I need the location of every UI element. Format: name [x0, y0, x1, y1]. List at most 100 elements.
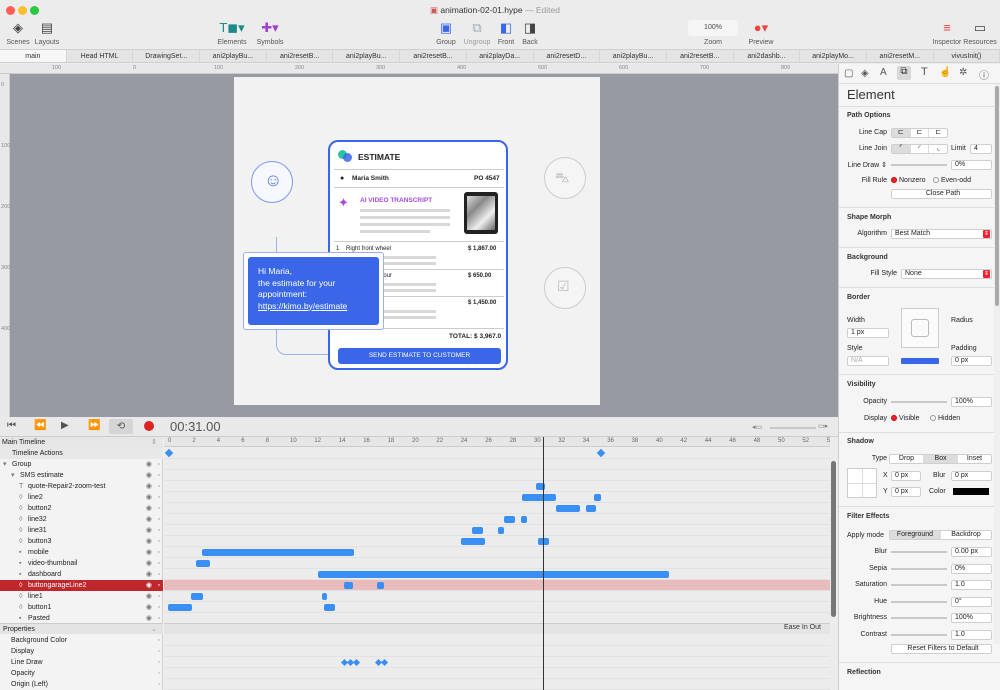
- shadow-type-selector[interactable]: Drop Box Inset: [889, 454, 992, 464]
- editor-tab[interactable]: ani2resetB...: [667, 50, 734, 62]
- playhead[interactable]: [543, 437, 544, 690]
- editor-tab[interactable]: ani2playMo...: [800, 50, 867, 62]
- go-to-start-icon[interactable]: ⏮: [7, 420, 16, 431]
- visibility-eye-icon[interactable]: ◉: [146, 547, 152, 558]
- saturation-field[interactable]: 1.0: [951, 580, 992, 590]
- minimize-window-button[interactable]: [18, 6, 27, 15]
- scene-tab-icon[interactable]: ◈: [861, 68, 869, 79]
- editor-tab[interactable]: ani2resetB...: [400, 50, 467, 62]
- sepia-slider[interactable]: [891, 567, 947, 570]
- track-row[interactable]: [164, 602, 830, 613]
- editor-tab[interactable]: ani2playBu...: [333, 50, 401, 62]
- animation-segment[interactable]: [504, 516, 515, 523]
- opacity-field[interactable]: 100%: [951, 397, 992, 407]
- play-icon[interactable]: ▶: [61, 420, 69, 431]
- shadow-blur-field[interactable]: 0 px: [951, 471, 992, 481]
- shadow-color-swatch[interactable]: [953, 488, 989, 495]
- animation-segment[interactable]: [344, 582, 353, 589]
- brightness-slider[interactable]: [891, 617, 947, 619]
- scene-canvas[interactable]: ☺ ⛍ ☑ ESTIMATE ● Maria Smith PO 4547 ✦ A…: [10, 74, 838, 417]
- track-row[interactable]: [164, 558, 830, 569]
- line-cap-selector[interactable]: ⊏ ⊏ ⊏: [891, 128, 948, 138]
- animation-segment[interactable]: [556, 505, 580, 512]
- track-row[interactable]: [164, 591, 830, 602]
- property-row[interactable]: Display ◦: [0, 646, 163, 657]
- layer-row[interactable]: Tquote-Repair2-zoom-test ◉ ▫: [0, 481, 163, 492]
- record-icon[interactable]: [144, 421, 154, 431]
- add-keyframe-icon[interactable]: ◦: [158, 668, 160, 679]
- lock-icon[interactable]: ▫: [158, 470, 160, 481]
- border-style-field[interactable]: N/A: [847, 356, 889, 366]
- editor-tab[interactable]: ani2playBu...: [600, 50, 667, 62]
- track-row[interactable]: [164, 569, 830, 580]
- elements-button[interactable]: T◼▾ Elements: [214, 20, 250, 46]
- lock-icon[interactable]: ▫: [158, 525, 160, 536]
- bring-front-button[interactable]: ◧ Front: [494, 20, 518, 46]
- sms-estimate[interactable]: Hi Maria, the estimate for your appointm…: [243, 252, 384, 330]
- border-sides-widget[interactable]: [901, 308, 939, 348]
- timeline-action-keyframe[interactable]: [596, 448, 606, 458]
- add-keyframe-icon[interactable]: ◦: [158, 679, 160, 690]
- visibility-eye-icon[interactable]: ◉: [146, 470, 152, 481]
- editor-tab[interactable]: ani2resetD...: [534, 50, 601, 62]
- apply-mode-selector[interactable]: Foreground Backdrop: [889, 530, 992, 540]
- editor-tab[interactable]: main: [0, 50, 67, 62]
- resources-button[interactable]: ▭ Resources: [962, 20, 998, 46]
- editor-tab[interactable]: Head HTML: [67, 50, 134, 62]
- track-row[interactable]: [164, 481, 830, 492]
- lock-icon[interactable]: ▫: [158, 547, 160, 558]
- metrics-tab-icon[interactable]: A: [880, 67, 887, 78]
- padding-field[interactable]: 0 px: [951, 356, 992, 366]
- property-row[interactable]: Origin (Left) ◦: [0, 679, 163, 690]
- brightness-field[interactable]: 100%: [951, 613, 992, 623]
- track-row[interactable]: [164, 492, 830, 503]
- blur-slider[interactable]: [891, 551, 947, 553]
- hue-slider[interactable]: [891, 600, 947, 603]
- animation-segment[interactable]: [168, 604, 192, 611]
- editor-tab[interactable]: ani2dashb...: [734, 50, 801, 62]
- track-row[interactable]: [164, 536, 830, 547]
- visibility-eye-icon[interactable]: ◉: [146, 481, 152, 492]
- shadow-x-field[interactable]: 0 px: [891, 471, 921, 481]
- editor-tab[interactable]: ani2resetB...: [267, 50, 334, 62]
- visibility-eye-icon[interactable]: ◉: [146, 503, 152, 514]
- property-track-row[interactable]: [164, 679, 830, 690]
- group-button[interactable]: ▣ Group: [434, 20, 458, 46]
- lock-icon[interactable]: ▫: [158, 536, 160, 547]
- timeline-zoom-out-icon[interactable]: ◂▭: [752, 423, 762, 431]
- layer-row[interactable]: ◊ line1 ◉ ▫: [0, 591, 163, 602]
- visibility-eye-icon[interactable]: ◉: [146, 569, 152, 580]
- lock-icon[interactable]: ▫: [158, 514, 160, 525]
- layer-row[interactable]: ◊ button2 ◉ ▫: [0, 503, 163, 514]
- actions-tab-icon[interactable]: ☝: [939, 67, 951, 78]
- animation-segment[interactable]: [586, 505, 596, 512]
- animation-segment[interactable]: [377, 582, 384, 589]
- track-row[interactable]: [164, 459, 830, 470]
- saturation-slider[interactable]: [891, 584, 947, 586]
- layer-row[interactable]: ▪ dashboard ◉ ▫: [0, 569, 163, 580]
- editor-tab[interactable]: vivusInit(): [934, 50, 1000, 62]
- border-width-field[interactable]: 1 px: [847, 328, 889, 338]
- layer-row[interactable]: ◊ line32 ◉ ▫: [0, 514, 163, 525]
- add-keyframe-icon[interactable]: ◦: [158, 657, 160, 668]
- layer-row[interactable]: ◊ buttongarageLine2 ◉ ▫: [0, 580, 163, 591]
- preview-button[interactable]: ●▾ Preview: [746, 20, 776, 46]
- visibility-eye-icon[interactable]: ◉: [146, 536, 152, 547]
- track-row[interactable]: [164, 525, 830, 536]
- contrast-field[interactable]: 1.0: [951, 629, 992, 640]
- lock-icon[interactable]: ▫: [158, 459, 160, 470]
- track-row[interactable]: [164, 547, 830, 558]
- visibility-eye-icon[interactable]: ◉: [146, 558, 152, 569]
- fill-style-select[interactable]: None ⇕: [901, 269, 992, 279]
- layer-row[interactable]: ▪ mobile ◉ ▫: [0, 547, 163, 558]
- layer-row[interactable]: ◊ line31 ◉ ▫: [0, 525, 163, 536]
- animation-segment[interactable]: [461, 538, 485, 545]
- layer-row[interactable]: ▪ video-thumbnail ◉ ▫: [0, 558, 163, 569]
- visibility-eye-icon[interactable]: ◉: [146, 459, 152, 470]
- symbols-button[interactable]: ✚▾ Symbols: [254, 20, 286, 46]
- inspector-button[interactable]: ≡ Inspector: [930, 20, 964, 46]
- timeline-zoom-in-icon[interactable]: ▭▸: [818, 422, 828, 430]
- current-time[interactable]: 00:31.00: [170, 419, 221, 434]
- property-track-row[interactable]: [164, 668, 830, 679]
- ungroup-button[interactable]: ⧉ Ungroup: [462, 20, 492, 46]
